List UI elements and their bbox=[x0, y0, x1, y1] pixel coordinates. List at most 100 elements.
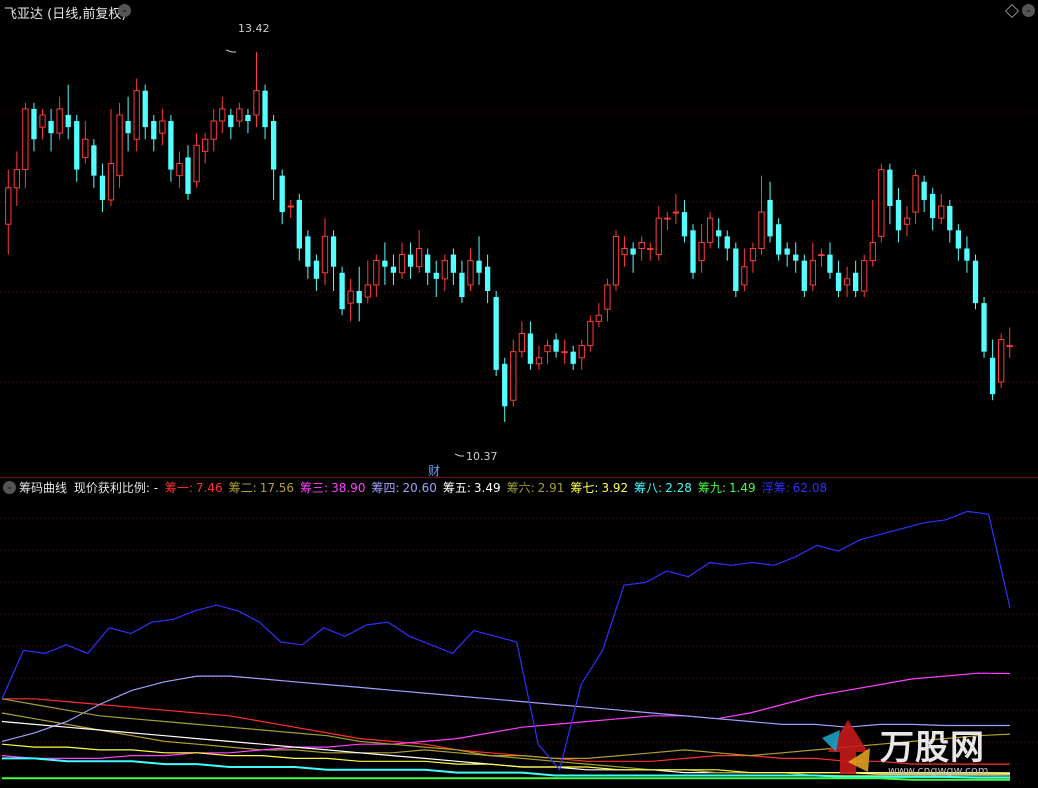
candle[interactable] bbox=[407, 242, 414, 279]
candle[interactable] bbox=[270, 114, 277, 200]
candle[interactable] bbox=[964, 236, 970, 273]
candle[interactable] bbox=[861, 254, 868, 298]
candle[interactable] bbox=[869, 199, 876, 267]
candle[interactable] bbox=[228, 108, 234, 140]
candle[interactable] bbox=[801, 254, 807, 298]
candle[interactable] bbox=[921, 175, 927, 213]
candle[interactable] bbox=[133, 78, 140, 152]
candle[interactable] bbox=[706, 212, 714, 249]
candle[interactable] bbox=[612, 230, 620, 291]
candle[interactable] bbox=[1006, 327, 1013, 358]
candle[interactable] bbox=[912, 169, 919, 225]
candle[interactable] bbox=[749, 242, 757, 273]
candle[interactable] bbox=[313, 254, 320, 291]
candle[interactable] bbox=[527, 321, 534, 370]
candle[interactable] bbox=[895, 187, 902, 243]
candle[interactable] bbox=[655, 206, 662, 261]
candle[interactable] bbox=[955, 224, 962, 261]
candle[interactable] bbox=[39, 108, 46, 140]
candle[interactable] bbox=[561, 339, 568, 364]
candle[interactable] bbox=[793, 242, 799, 273]
candle[interactable] bbox=[253, 51, 260, 128]
candle[interactable] bbox=[518, 321, 525, 358]
candle[interactable] bbox=[116, 102, 123, 188]
candle[interactable] bbox=[535, 345, 543, 370]
indicator-menu-icon[interactable]: ⌄ bbox=[3, 481, 16, 494]
candle[interactable] bbox=[698, 224, 705, 273]
candle[interactable] bbox=[972, 254, 979, 310]
candle[interactable] bbox=[330, 230, 337, 291]
candle[interactable] bbox=[201, 133, 209, 164]
candle[interactable] bbox=[5, 169, 12, 255]
candle[interactable] bbox=[484, 254, 491, 304]
candle[interactable] bbox=[74, 114, 80, 182]
candle[interactable] bbox=[390, 254, 397, 285]
candle[interactable] bbox=[852, 260, 859, 298]
candle[interactable] bbox=[775, 218, 782, 261]
chevron-down-icon[interactable]: ⌄ bbox=[118, 4, 131, 17]
candle[interactable] bbox=[398, 242, 406, 279]
candle[interactable] bbox=[784, 242, 790, 267]
candle[interactable] bbox=[441, 254, 448, 291]
candle[interactable] bbox=[887, 163, 893, 225]
candle[interactable] bbox=[373, 254, 380, 298]
candle[interactable] bbox=[236, 102, 243, 128]
diamond-icon[interactable] bbox=[1004, 3, 1020, 19]
candle[interactable] bbox=[827, 242, 833, 279]
candle[interactable] bbox=[493, 290, 499, 376]
candle[interactable] bbox=[459, 260, 465, 304]
candle[interactable] bbox=[279, 169, 285, 225]
candle[interactable] bbox=[733, 242, 739, 298]
candle[interactable] bbox=[476, 236, 482, 285]
candle[interactable] bbox=[758, 175, 765, 255]
candle[interactable] bbox=[56, 96, 63, 140]
candle[interactable] bbox=[415, 230, 423, 273]
candle[interactable] bbox=[142, 84, 148, 140]
candle[interactable] bbox=[604, 278, 611, 322]
candle[interactable] bbox=[433, 260, 439, 298]
candle[interactable] bbox=[185, 145, 191, 200]
candle[interactable] bbox=[450, 248, 457, 285]
candle[interactable] bbox=[587, 315, 594, 352]
candle[interactable] bbox=[570, 345, 576, 370]
candle[interactable] bbox=[690, 224, 696, 279]
candle[interactable] bbox=[125, 96, 131, 152]
candle[interactable] bbox=[168, 114, 174, 182]
candle[interactable] bbox=[595, 303, 603, 328]
candle[interactable] bbox=[672, 193, 680, 225]
candle[interactable] bbox=[13, 151, 20, 207]
candle[interactable] bbox=[99, 163, 106, 213]
candle[interactable] bbox=[664, 212, 671, 231]
candle[interactable] bbox=[818, 248, 825, 267]
candle[interactable] bbox=[998, 333, 1005, 389]
candle[interactable] bbox=[176, 151, 183, 188]
candle[interactable] bbox=[724, 230, 730, 261]
candle[interactable] bbox=[356, 266, 362, 322]
candle[interactable] bbox=[287, 199, 294, 219]
candlestick-chart[interactable] bbox=[0, 22, 1038, 477]
candle[interactable] bbox=[989, 339, 996, 401]
candle[interactable] bbox=[553, 333, 559, 358]
candle[interactable] bbox=[578, 339, 585, 370]
candle[interactable] bbox=[621, 236, 628, 267]
candle[interactable] bbox=[981, 297, 987, 358]
candle[interactable] bbox=[930, 187, 936, 231]
candle[interactable] bbox=[544, 339, 551, 364]
candle[interactable] bbox=[193, 133, 200, 188]
candle[interactable] bbox=[767, 181, 773, 243]
candle[interactable] bbox=[425, 248, 431, 285]
candle[interactable] bbox=[809, 242, 817, 291]
candle[interactable] bbox=[382, 242, 388, 285]
candle[interactable] bbox=[741, 248, 748, 291]
candle[interactable] bbox=[347, 278, 354, 322]
candle[interactable] bbox=[296, 193, 302, 261]
candle[interactable] bbox=[48, 108, 54, 152]
candle[interactable] bbox=[91, 139, 97, 188]
candle[interactable] bbox=[210, 108, 217, 152]
candle[interactable] bbox=[938, 193, 945, 225]
candle[interactable] bbox=[219, 96, 226, 134]
candle[interactable] bbox=[65, 84, 71, 140]
candle[interactable] bbox=[647, 242, 654, 261]
candle[interactable] bbox=[245, 108, 251, 134]
candle[interactable] bbox=[843, 266, 851, 298]
